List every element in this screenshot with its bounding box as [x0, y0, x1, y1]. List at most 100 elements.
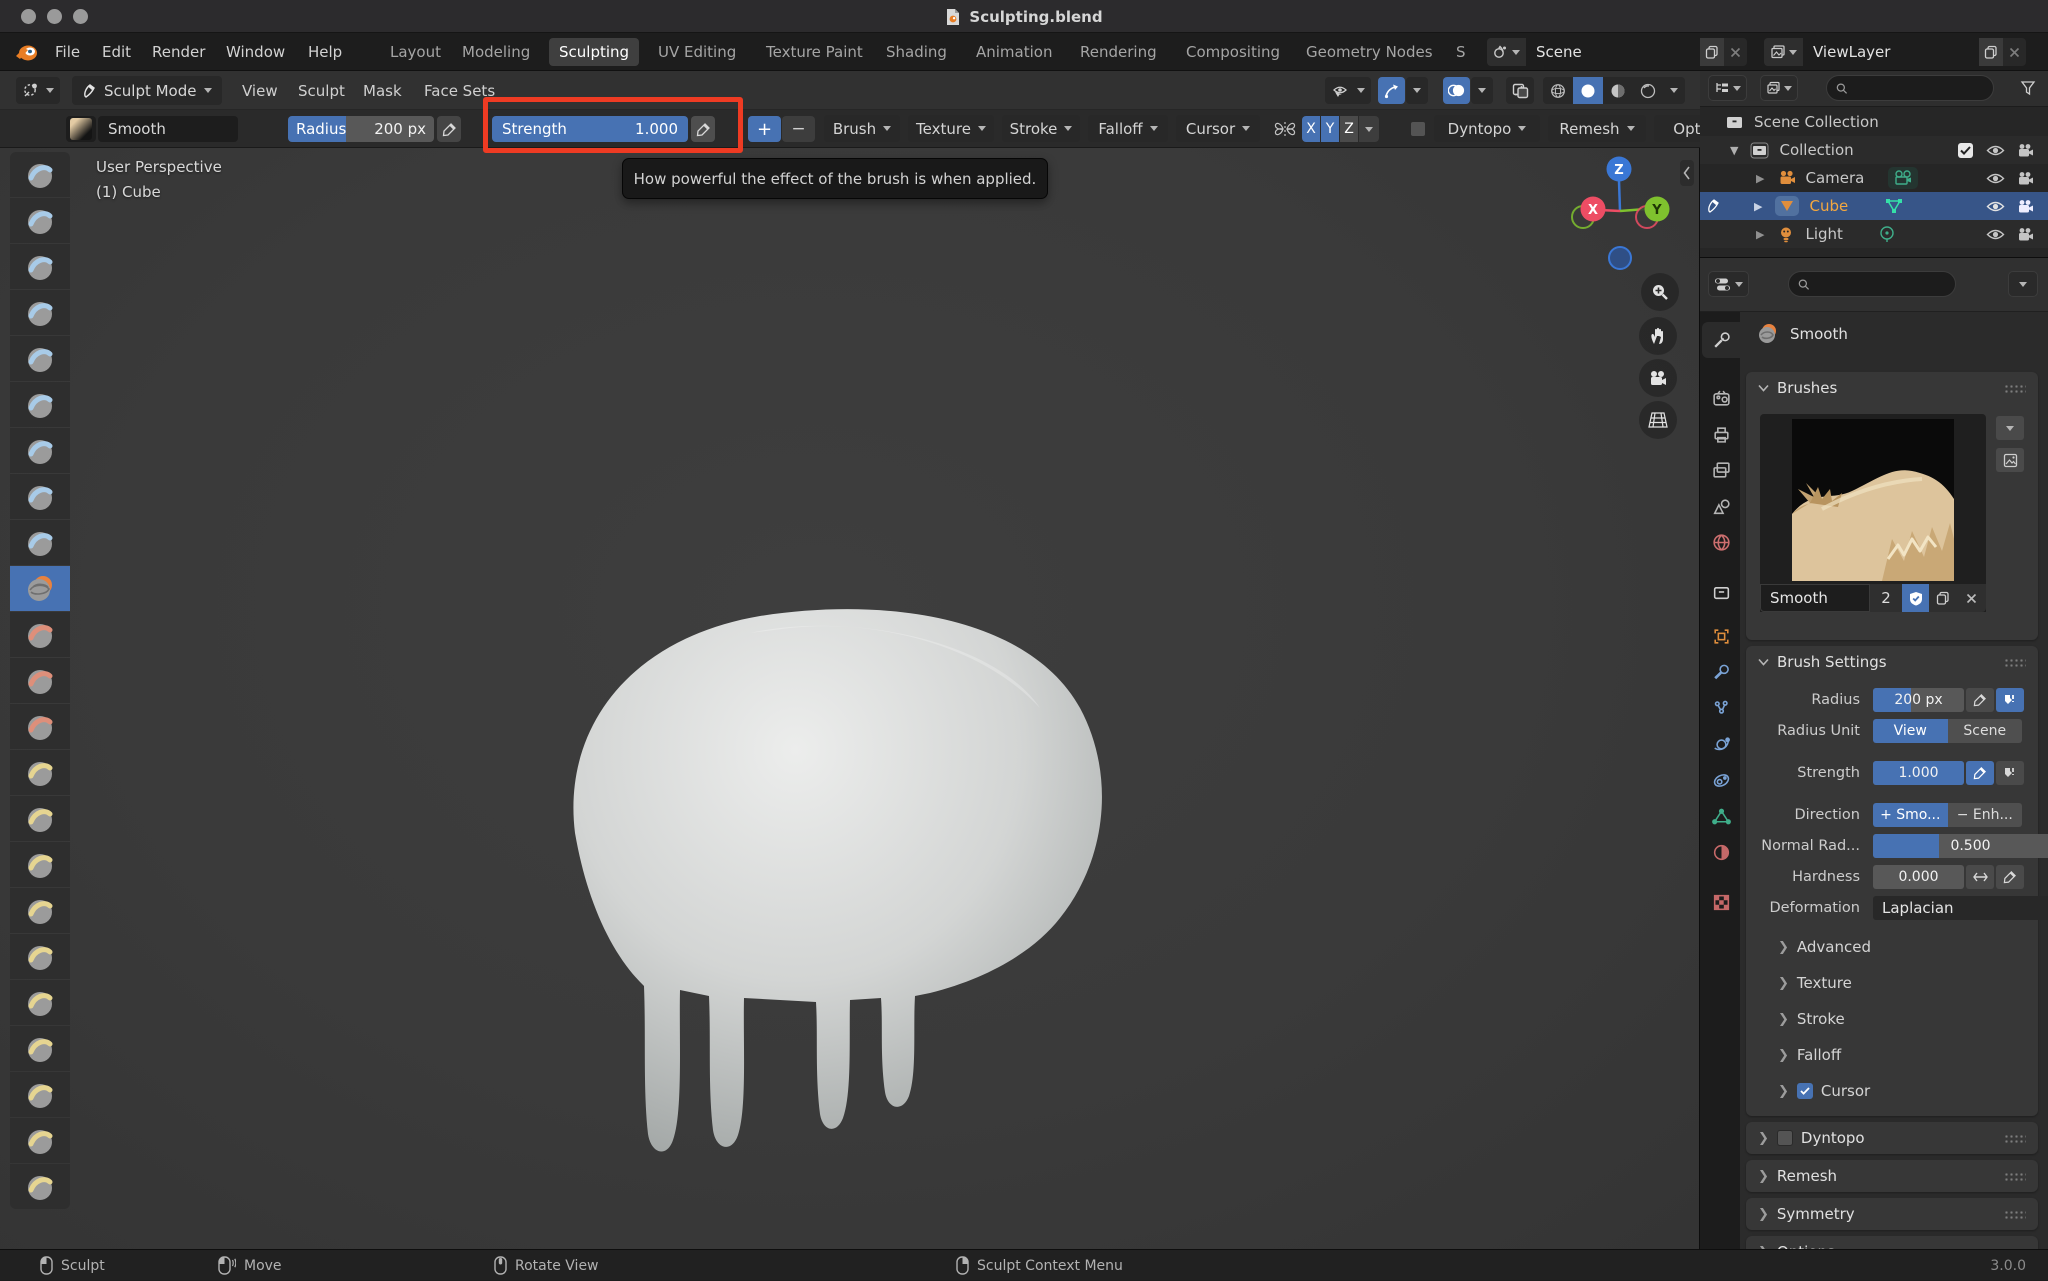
- fake-user-toggle[interactable]: [1902, 584, 1929, 612]
- hardness-pressure-toggle[interactable]: [1996, 865, 2024, 889]
- properties-tab-scene[interactable]: [1702, 488, 1740, 524]
- tab-rendering[interactable]: Rendering: [1070, 38, 1167, 66]
- remove-brush-button[interactable]: −: [782, 116, 815, 142]
- outliner-row-cube[interactable]: ▶ Cube: [1700, 192, 2048, 220]
- direction-enhance[interactable]: − Enh...: [1948, 803, 2023, 827]
- sculpted-mesh[interactable]: [500, 578, 1180, 1198]
- tab-texture-paint[interactable]: Texture Paint: [756, 38, 873, 66]
- properties-editor-type-button[interactable]: [1708, 271, 1749, 297]
- brush-slide-relax-button[interactable]: [10, 1118, 70, 1163]
- scene-name[interactable]: Scene: [1526, 38, 1700, 66]
- brush-grab-button[interactable]: [10, 796, 70, 841]
- strength-slider[interactable]: Strength 1.000: [492, 116, 688, 142]
- viewlayer-name[interactable]: ViewLayer: [1803, 38, 1979, 66]
- radius-unified-toggle[interactable]: [1996, 688, 2024, 712]
- outliner-row-camera[interactable]: ▶ Camera: [1700, 164, 2048, 192]
- brush-draw-sharp-button[interactable]: [10, 198, 70, 243]
- strength-slider[interactable]: 1.000: [1873, 761, 1964, 785]
- disclosure-closed-icon[interactable]: ▶: [1756, 228, 1764, 241]
- brush-crease-button[interactable]: [10, 520, 70, 565]
- properties-tab-object[interactable]: [1702, 618, 1740, 654]
- hide-eye-icon[interactable]: [1986, 200, 2005, 213]
- gizmo-axis-neg-z[interactable]: [1609, 247, 1631, 269]
- mirror-z-toggle[interactable]: Z: [1340, 116, 1358, 142]
- panel-grip[interactable]: [2004, 1134, 2026, 1143]
- popover-falloff[interactable]: Falloff: [1088, 115, 1168, 142]
- mesh-data-icon[interactable]: [1884, 197, 1904, 215]
- navigation-gizmo[interactable]: Z X Y: [1550, 148, 1690, 288]
- dyntopo-panel-checkbox[interactable]: [1777, 1130, 1793, 1146]
- outliner-editor-type-button[interactable]: [1708, 75, 1747, 101]
- radius-unit-view[interactable]: View: [1873, 719, 1948, 743]
- scene-selector[interactable]: Scene: [1487, 38, 1747, 66]
- outliner-row-scene-collection[interactable]: Scene Collection: [1700, 108, 2048, 136]
- subpanel-stroke[interactable]: ❯Stroke: [1778, 1010, 1845, 1028]
- hide-eye-icon[interactable]: [1986, 172, 2005, 185]
- outliner-row-light[interactable]: ▶ Light: [1700, 220, 2048, 248]
- menu-help[interactable]: Help: [308, 33, 342, 71]
- popover-options-truncated[interactable]: Opti: [1654, 115, 1700, 142]
- brush-inflate-button[interactable]: [10, 428, 70, 473]
- properties-search-input[interactable]: [1815, 276, 1946, 292]
- properties-tab-modifiers[interactable]: [1702, 654, 1740, 690]
- brush-pose-button[interactable]: [10, 980, 70, 1025]
- brush-snake-hook-button[interactable]: [10, 888, 70, 933]
- shading-rendered-button[interactable]: [1633, 77, 1663, 104]
- deformation-dropdown[interactable]: Laplacian: [1873, 896, 2048, 920]
- brush-settings-panel-header[interactable]: Brush Settings: [1746, 646, 2038, 678]
- viewport-camera-view-button[interactable]: [1639, 359, 1677, 397]
- outliner-search-input[interactable]: [1853, 80, 1984, 96]
- hardness-invert-toggle[interactable]: [1966, 865, 1994, 889]
- hardness-slider[interactable]: 0.000: [1873, 865, 1964, 889]
- disable-render-camera-icon[interactable]: [2017, 143, 2034, 158]
- properties-tab-render[interactable]: [1702, 380, 1740, 416]
- hide-eye-icon[interactable]: [1986, 144, 2005, 157]
- hide-eye-icon[interactable]: [1986, 228, 2005, 241]
- shading-solid-button[interactable]: [1573, 77, 1603, 104]
- properties-tab-world[interactable]: [1702, 524, 1740, 560]
- menu-window[interactable]: Window: [226, 33, 285, 71]
- scene-unlink-button[interactable]: [1724, 38, 1747, 66]
- radius-slider[interactable]: 200 px: [1873, 688, 1964, 712]
- duplicate-brush-button[interactable]: [1929, 584, 1956, 612]
- properties-tab-texture[interactable]: [1702, 884, 1740, 920]
- panel-grip[interactable]: [2004, 384, 2026, 393]
- shading-wireframe-button[interactable]: [1543, 77, 1573, 104]
- radius-slider[interactable]: Radius 200 px: [288, 116, 434, 142]
- strength-pressure-toggle[interactable]: [691, 116, 715, 142]
- menu-sculpt[interactable]: Sculpt: [298, 71, 345, 110]
- active-tool-popover[interactable]: [16, 77, 60, 104]
- viewlayer-copy-button[interactable]: [1979, 38, 2003, 66]
- brushes-panel-header[interactable]: Brushes: [1746, 372, 2038, 404]
- disclosure-closed-icon[interactable]: ▶: [1756, 172, 1764, 185]
- dyntopo-panel[interactable]: ❯Dyntopo: [1746, 1122, 2038, 1154]
- unlink-brush-button[interactable]: [1956, 584, 1986, 612]
- tab-scripting-truncated[interactable]: S: [1452, 38, 1474, 66]
- subpanel-texture[interactable]: ❯Texture: [1778, 974, 1852, 992]
- tab-compositing[interactable]: Compositing: [1176, 38, 1290, 66]
- popover-stroke[interactable]: Stroke: [1002, 115, 1080, 142]
- brush-thumb-button[interactable]: [10, 934, 70, 979]
- tab-geometry-nodes[interactable]: Geometry Nodes: [1296, 38, 1443, 66]
- brush-selector-dropdown[interactable]: [1996, 416, 2024, 440]
- properties-tab-object-data[interactable]: [1702, 798, 1740, 834]
- overlays-dropdown[interactable]: [1471, 77, 1493, 104]
- properties-tab-collection[interactable]: [1702, 574, 1740, 610]
- direction-smooth[interactable]: + Smo...: [1873, 803, 1948, 827]
- viewport-ortho-toggle-button[interactable]: [1639, 401, 1677, 439]
- brush-layer-button[interactable]: [10, 382, 70, 427]
- shading-material-button[interactable]: [1603, 77, 1633, 104]
- dyntopo-checkbox[interactable]: [1410, 121, 1426, 137]
- normal-radius-slider[interactable]: 0.500: [1873, 834, 2048, 858]
- strength-unified-toggle[interactable]: [1996, 761, 2024, 785]
- brush-clay-strips-button[interactable]: [10, 290, 70, 335]
- outliner-row-collection[interactable]: ▼ Collection: [1700, 136, 2048, 164]
- brush-elastic-deform-button[interactable]: [10, 842, 70, 887]
- disclosure-open-icon[interactable]: ▼: [1730, 144, 1738, 157]
- properties-search[interactable]: [1788, 271, 1956, 297]
- scene-copy-button[interactable]: [1700, 38, 1724, 66]
- outliner-display-mode-button[interactable]: [1760, 75, 1798, 101]
- menu-view[interactable]: View: [242, 71, 278, 110]
- popover-brush[interactable]: Brush: [824, 115, 900, 142]
- camera-data-badge[interactable]: [1888, 167, 1918, 189]
